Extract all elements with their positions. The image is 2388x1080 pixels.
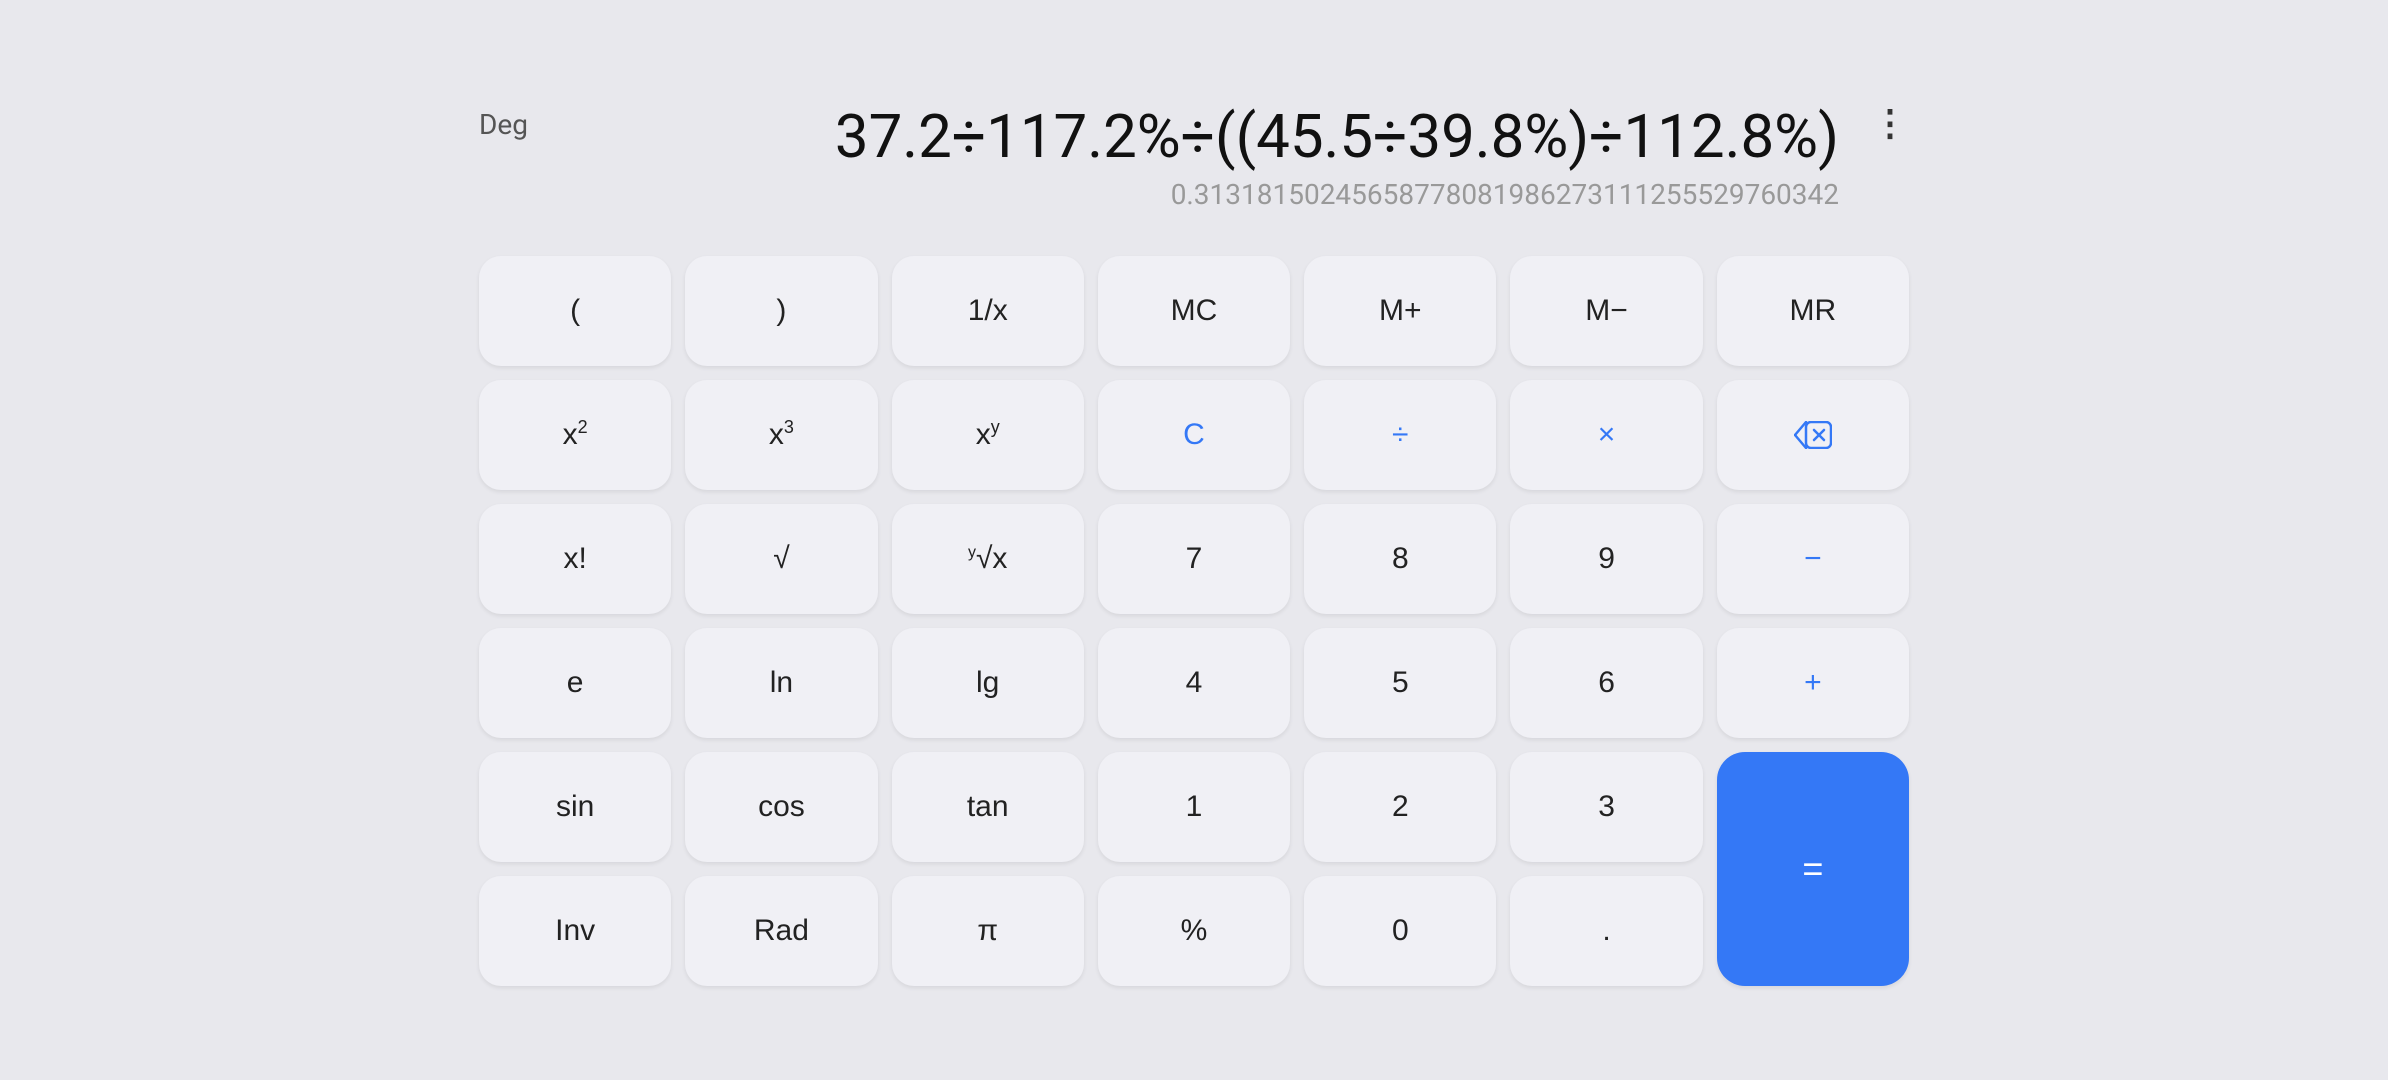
open-paren-button[interactable]: ( xyxy=(479,256,671,366)
minus-button[interactable]: − xyxy=(1717,504,1909,614)
button-grid: ( ) 1/x MC M+ M− MR x2 x3 xy C ÷ × x! √ … xyxy=(479,256,1909,986)
pi-button[interactable]: π xyxy=(892,876,1084,986)
cos-button[interactable]: cos xyxy=(685,752,877,862)
multiply-button[interactable]: × xyxy=(1510,380,1702,490)
tan-button[interactable]: tan xyxy=(892,752,1084,862)
x-to-y-button[interactable]: xy xyxy=(892,380,1084,490)
four-button[interactable]: 4 xyxy=(1098,628,1290,738)
mplus-button[interactable]: M+ xyxy=(1304,256,1496,366)
decimal-button[interactable]: . xyxy=(1510,876,1702,986)
mr-button[interactable]: MR xyxy=(1717,256,1909,366)
calculator: Deg ⋮ 37.2÷117.2%÷((45.5÷39.8%)÷112.8%) … xyxy=(419,54,1969,1026)
backspace-icon xyxy=(1794,421,1832,449)
mminus-button[interactable]: M− xyxy=(1510,256,1702,366)
nth-root-button[interactable]: y√x xyxy=(892,504,1084,614)
close-paren-button[interactable]: ) xyxy=(685,256,877,366)
factorial-button[interactable]: x! xyxy=(479,504,671,614)
three-button[interactable]: 3 xyxy=(1510,752,1702,862)
menu-icon[interactable]: ⋮ xyxy=(1872,102,1909,144)
nine-button[interactable]: 9 xyxy=(1510,504,1702,614)
sin-button[interactable]: sin xyxy=(479,752,671,862)
display-area: Deg ⋮ 37.2÷117.2%÷((45.5÷39.8%)÷112.8%) … xyxy=(479,84,1909,232)
eight-button[interactable]: 8 xyxy=(1304,504,1496,614)
one-button[interactable]: 1 xyxy=(1098,752,1290,862)
plus-button[interactable]: + xyxy=(1717,628,1909,738)
zero-button[interactable]: 0 xyxy=(1304,876,1496,986)
six-button[interactable]: 6 xyxy=(1510,628,1702,738)
expression-display: 37.2÷117.2%÷((45.5÷39.8%)÷112.8%) xyxy=(489,104,1849,170)
seven-button[interactable]: 7 xyxy=(1098,504,1290,614)
angle-mode: Deg xyxy=(479,108,528,141)
result-display: 0.31318150245658778081986273111255529760… xyxy=(489,178,1849,212)
backspace-button[interactable] xyxy=(1717,380,1909,490)
lg-button[interactable]: lg xyxy=(892,628,1084,738)
percent-button[interactable]: % xyxy=(1098,876,1290,986)
x-cubed-button[interactable]: x3 xyxy=(685,380,877,490)
clear-button[interactable]: C xyxy=(1098,380,1290,490)
two-button[interactable]: 2 xyxy=(1304,752,1496,862)
ln-button[interactable]: ln xyxy=(685,628,877,738)
divide-button[interactable]: ÷ xyxy=(1304,380,1496,490)
five-button[interactable]: 5 xyxy=(1304,628,1496,738)
sqrt-button[interactable]: √ xyxy=(685,504,877,614)
x-squared-button[interactable]: x2 xyxy=(479,380,671,490)
euler-button[interactable]: e xyxy=(479,628,671,738)
rad-button[interactable]: Rad xyxy=(685,876,877,986)
reciprocal-button[interactable]: 1/x xyxy=(892,256,1084,366)
inv-button[interactable]: Inv xyxy=(479,876,671,986)
equals-button[interactable]: = xyxy=(1717,752,1909,986)
mc-button[interactable]: MC xyxy=(1098,256,1290,366)
